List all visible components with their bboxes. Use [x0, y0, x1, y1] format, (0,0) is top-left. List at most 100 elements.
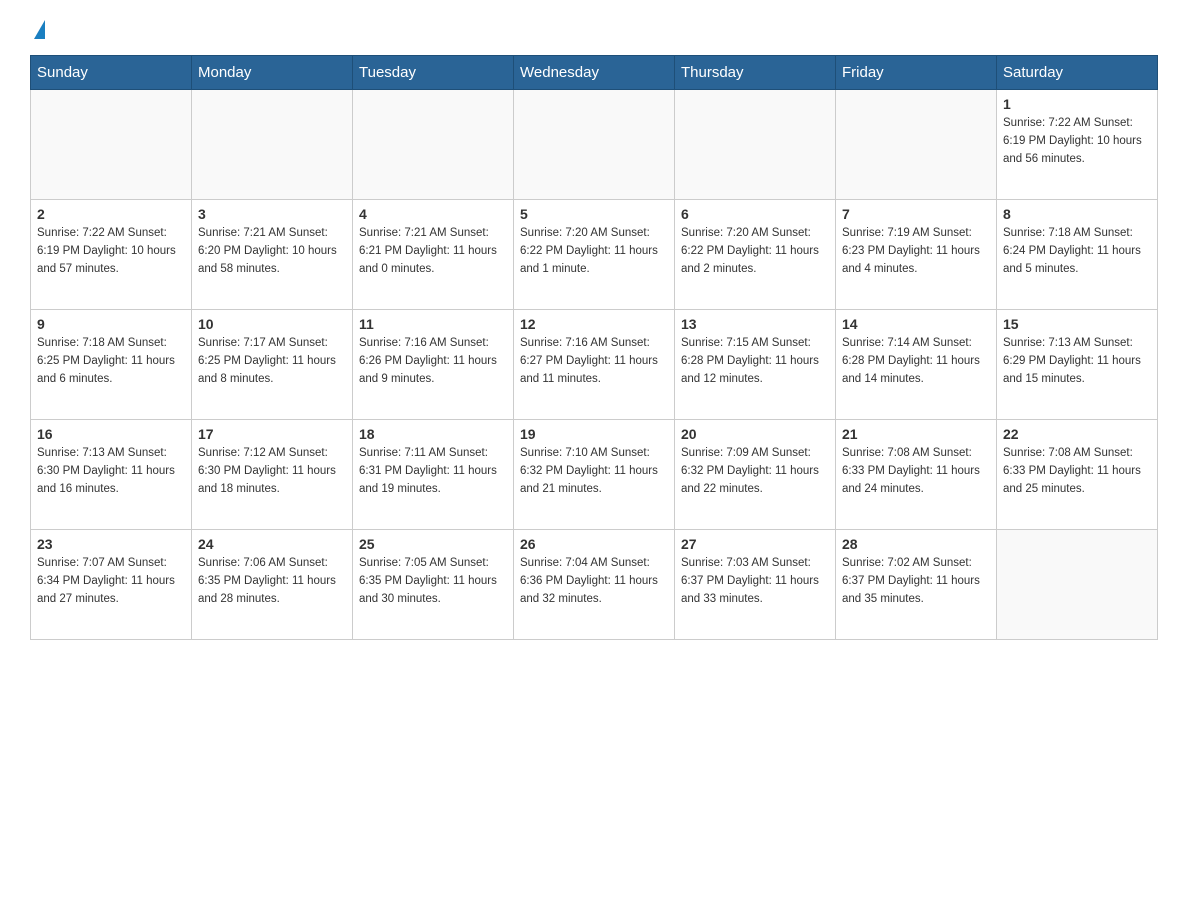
day-info: Sunrise: 7:08 AM Sunset: 6:33 PM Dayligh… [1003, 445, 1151, 498]
day-number: 12 [520, 316, 668, 332]
day-info: Sunrise: 7:04 AM Sunset: 6:36 PM Dayligh… [520, 555, 668, 608]
col-sunday: Sunday [31, 56, 192, 90]
calendar-cell: 1 Sunrise: 7:22 AM Sunset: 6:19 PM Daylig… [997, 90, 1158, 200]
calendar-cell: 5 Sunrise: 7:20 AM Sunset: 6:22 PM Daylig… [514, 200, 675, 310]
day-info: Sunrise: 7:03 AM Sunset: 6:37 PM Dayligh… [681, 555, 829, 608]
calendar-cell: 24 Sunrise: 7:06 AM Sunset: 6:35 PM Dayli… [192, 530, 353, 640]
calendar-cell: 7 Sunrise: 7:19 AM Sunset: 6:23 PM Daylig… [836, 200, 997, 310]
calendar-cell [353, 90, 514, 200]
calendar-cell: 23 Sunrise: 7:07 AM Sunset: 6:34 PM Dayli… [31, 530, 192, 640]
calendar-cell [31, 90, 192, 200]
calendar-cell: 17Sunrise: 7:12 AM Sunset: 6:30 PM Dayli… [192, 420, 353, 530]
day-number: 1 [1003, 96, 1151, 112]
day-number: 8 [1003, 206, 1151, 222]
day-number: 14 [842, 316, 990, 332]
day-number: 11 [359, 316, 507, 332]
day-number: 18 [359, 426, 507, 442]
day-number: 21 [842, 426, 990, 442]
day-info: Sunrise: 7:07 AM Sunset: 6:34 PM Dayligh… [37, 555, 185, 608]
day-number: 5 [520, 206, 668, 222]
col-wednesday: Wednesday [514, 56, 675, 90]
calendar-cell: 10 Sunrise: 7:17 AM Sunset: 6:25 PM Dayli… [192, 310, 353, 420]
day-info: Sunrise: 7:14 AM Sunset: 6:28 PM Dayligh… [842, 335, 990, 388]
day-info: Sunrise: 7:20 AM Sunset: 6:22 PM Dayligh… [681, 225, 829, 278]
calendar-cell: 12Sunrise: 7:16 AM Sunset: 6:27 PM Dayli… [514, 310, 675, 420]
calendar-cell [836, 90, 997, 200]
day-number: 26 [520, 536, 668, 552]
header-row: Sunday Monday Tuesday Wednesday Thursday… [31, 56, 1158, 90]
calendar-cell: 28Sunrise: 7:02 AM Sunset: 6:37 PM Dayli… [836, 530, 997, 640]
calendar-cell: 16 Sunrise: 7:13 AM Sunset: 6:30 PM Dayli… [31, 420, 192, 530]
calendar-week-3: 16 Sunrise: 7:13 AM Sunset: 6:30 PM Dayli… [31, 420, 1158, 530]
day-number: 19 [520, 426, 668, 442]
calendar-cell: 9 Sunrise: 7:18 AM Sunset: 6:25 PM Daylig… [31, 310, 192, 420]
day-number: 4 [359, 206, 507, 222]
day-info: Sunrise: 7:22 AM Sunset: 6:19 PM Dayligh… [1003, 115, 1151, 168]
day-info: Sunrise: 7:13 AM Sunset: 6:29 PM Dayligh… [1003, 335, 1151, 388]
day-info: Sunrise: 7:02 AM Sunset: 6:37 PM Dayligh… [842, 555, 990, 608]
calendar-week-4: 23 Sunrise: 7:07 AM Sunset: 6:34 PM Dayli… [31, 530, 1158, 640]
col-saturday: Saturday [997, 56, 1158, 90]
day-info: Sunrise: 7:13 AM Sunset: 6:30 PM Dayligh… [37, 445, 185, 498]
day-info: Sunrise: 7:21 AM Sunset: 6:21 PM Dayligh… [359, 225, 507, 278]
calendar-cell: 3 Sunrise: 7:21 AM Sunset: 6:20 PM Daylig… [192, 200, 353, 310]
calendar-cell [192, 90, 353, 200]
day-info: Sunrise: 7:17 AM Sunset: 6:25 PM Dayligh… [198, 335, 346, 388]
day-number: 22 [1003, 426, 1151, 442]
calendar-cell: 26 Sunrise: 7:04 AM Sunset: 6:36 PM Dayli… [514, 530, 675, 640]
day-info: Sunrise: 7:05 AM Sunset: 6:35 PM Dayligh… [359, 555, 507, 608]
calendar-week-1: 2 Sunrise: 7:22 AM Sunset: 6:19 PM Daylig… [31, 200, 1158, 310]
calendar-cell: 11 Sunrise: 7:16 AM Sunset: 6:26 PM Dayli… [353, 310, 514, 420]
day-info: Sunrise: 7:19 AM Sunset: 6:23 PM Dayligh… [842, 225, 990, 278]
calendar-cell [997, 530, 1158, 640]
day-number: 2 [37, 206, 185, 222]
day-number: 15 [1003, 316, 1151, 332]
calendar-cell: 15 Sunrise: 7:13 AM Sunset: 6:29 PM Dayli… [997, 310, 1158, 420]
calendar-cell: 21Sunrise: 7:08 AM Sunset: 6:33 PM Dayli… [836, 420, 997, 530]
calendar-header: Sunday Monday Tuesday Wednesday Thursday… [31, 56, 1158, 90]
day-info: Sunrise: 7:21 AM Sunset: 6:20 PM Dayligh… [198, 225, 346, 278]
col-thursday: Thursday [675, 56, 836, 90]
day-info: Sunrise: 7:22 AM Sunset: 6:19 PM Dayligh… [37, 225, 185, 278]
calendar-cell: 25Sunrise: 7:05 AM Sunset: 6:35 PM Dayli… [353, 530, 514, 640]
calendar-cell: 22 Sunrise: 7:08 AM Sunset: 6:33 PM Dayli… [997, 420, 1158, 530]
calendar-cell [514, 90, 675, 200]
logo [30, 20, 45, 39]
col-monday: Monday [192, 56, 353, 90]
day-info: Sunrise: 7:18 AM Sunset: 6:25 PM Dayligh… [37, 335, 185, 388]
day-number: 13 [681, 316, 829, 332]
day-number: 9 [37, 316, 185, 332]
calendar-cell: 18 Sunrise: 7:11 AM Sunset: 6:31 PM Dayli… [353, 420, 514, 530]
calendar-cell: 4 Sunrise: 7:21 AM Sunset: 6:21 PM Daylig… [353, 200, 514, 310]
day-info: Sunrise: 7:09 AM Sunset: 6:32 PM Dayligh… [681, 445, 829, 498]
day-number: 6 [681, 206, 829, 222]
calendar-cell: 8Sunrise: 7:18 AM Sunset: 6:24 PM Daylig… [997, 200, 1158, 310]
day-number: 10 [198, 316, 346, 332]
calendar-cell: 2 Sunrise: 7:22 AM Sunset: 6:19 PM Daylig… [31, 200, 192, 310]
day-number: 24 [198, 536, 346, 552]
day-info: Sunrise: 7:06 AM Sunset: 6:35 PM Dayligh… [198, 555, 346, 608]
day-number: 3 [198, 206, 346, 222]
col-tuesday: Tuesday [353, 56, 514, 90]
day-number: 16 [37, 426, 185, 442]
calendar-cell [675, 90, 836, 200]
day-info: Sunrise: 7:20 AM Sunset: 6:22 PM Dayligh… [520, 225, 668, 278]
day-number: 20 [681, 426, 829, 442]
day-info: Sunrise: 7:10 AM Sunset: 6:32 PM Dayligh… [520, 445, 668, 498]
calendar-cell: 14 Sunrise: 7:14 AM Sunset: 6:28 PM Dayli… [836, 310, 997, 420]
day-info: Sunrise: 7:11 AM Sunset: 6:31 PM Dayligh… [359, 445, 507, 498]
page-header [30, 20, 1158, 39]
calendar-cell: 20 Sunrise: 7:09 AM Sunset: 6:32 PM Dayli… [675, 420, 836, 530]
day-info: Sunrise: 7:16 AM Sunset: 6:26 PM Dayligh… [359, 335, 507, 388]
col-friday: Friday [836, 56, 997, 90]
calendar-cell: 13 Sunrise: 7:15 AM Sunset: 6:28 PM Dayli… [675, 310, 836, 420]
day-number: 27 [681, 536, 829, 552]
calendar-week-2: 9 Sunrise: 7:18 AM Sunset: 6:25 PM Daylig… [31, 310, 1158, 420]
day-number: 7 [842, 206, 990, 222]
day-number: 17 [198, 426, 346, 442]
calendar-cell: 6 Sunrise: 7:20 AM Sunset: 6:22 PM Daylig… [675, 200, 836, 310]
calendar-week-0: 1 Sunrise: 7:22 AM Sunset: 6:19 PM Daylig… [31, 90, 1158, 200]
day-info: Sunrise: 7:15 AM Sunset: 6:28 PM Dayligh… [681, 335, 829, 388]
calendar-table: Sunday Monday Tuesday Wednesday Thursday… [30, 55, 1158, 640]
day-number: 23 [37, 536, 185, 552]
